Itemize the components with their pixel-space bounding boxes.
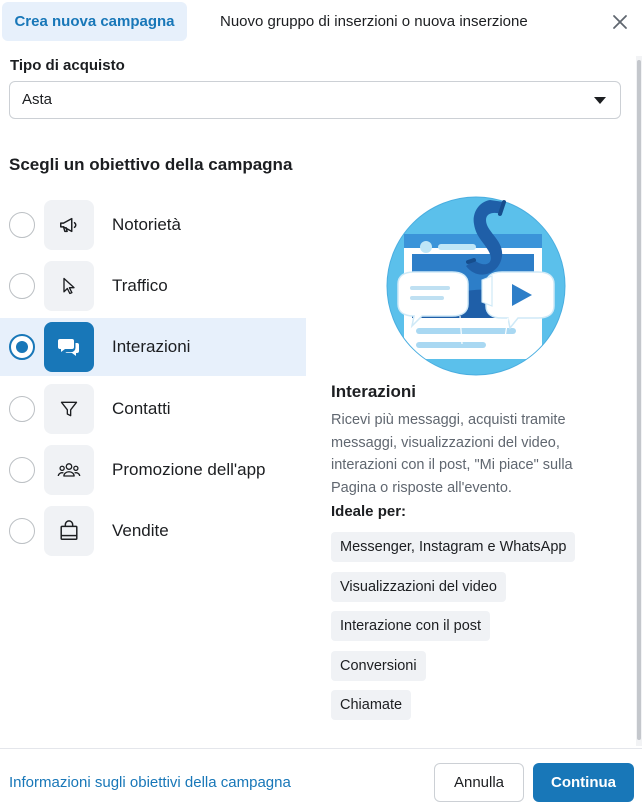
objective-label: Vendite [112, 521, 169, 540]
footer-divider [0, 748, 642, 749]
ideal-chip: Messenger, Instagram e WhatsApp [331, 532, 576, 562]
caret-down-icon [594, 97, 606, 104]
continue-button[interactable]: Continua [533, 763, 634, 802]
cancel-button[interactable]: Annulla [434, 763, 524, 802]
purchase-type-select[interactable]: Asta [9, 81, 621, 119]
objective-label: Contatti [112, 399, 171, 418]
ideal-chip: Conversioni [331, 651, 426, 681]
objective-contatti[interactable]: Contatti [0, 380, 306, 438]
ideal-for-label: Ideale per: [331, 503, 407, 520]
ideal-chip: Visualizzazioni del video [331, 572, 506, 602]
people-group-icon [44, 445, 94, 495]
megaphone-icon [44, 200, 94, 250]
purchase-type-value: Asta [22, 91, 53, 108]
detail-description: Ricevi più messaggi, acquisti tramite me… [331, 412, 573, 496]
tab-new-adset-or-ad[interactable]: Nuovo gruppo di inserzioni o nuova inser… [220, 2, 528, 41]
radio-button[interactable] [9, 457, 35, 483]
chat-bubbles-icon [44, 322, 94, 372]
ideal-chip: Interazione con il post [331, 611, 491, 641]
objective-label: Traffico [112, 276, 168, 295]
objectives-title: Scegli un obiettivo della campagna [9, 155, 293, 174]
funnel-icon [44, 384, 94, 434]
objective-notorieta[interactable]: Notorietà [0, 196, 306, 254]
tab-bar: Crea nuova campagna Nuovo gruppo di inse… [0, 0, 642, 44]
scrollbar-thumb[interactable] [637, 60, 641, 740]
radio-button-checked[interactable] [9, 334, 35, 360]
objective-label: Notorietà [112, 215, 181, 234]
objective-promozione-app[interactable]: Promozione dell'app [0, 441, 306, 499]
purchase-type-label: Tipo di acquisto [10, 57, 125, 74]
engagement-illustration [386, 194, 566, 379]
shopping-bag-icon [44, 506, 94, 556]
objective-interazioni[interactable]: Interazioni [0, 318, 306, 376]
cursor-icon [44, 261, 94, 311]
close-icon [613, 15, 627, 29]
ideal-chip: Chiamate [331, 690, 412, 720]
objective-label: Promozione dell'app [112, 460, 266, 479]
radio-button[interactable] [9, 396, 35, 422]
objective-vendite[interactable]: Vendite [0, 502, 306, 560]
radio-button[interactable] [9, 212, 35, 238]
radio-button[interactable] [9, 518, 35, 544]
detail-title: Interazioni [331, 382, 417, 401]
radio-button[interactable] [9, 273, 35, 299]
objective-traffico[interactable]: Traffico [0, 257, 306, 315]
tab-create-campaign[interactable]: Crea nuova campagna [2, 2, 187, 41]
objective-label: Interazioni [112, 337, 191, 356]
objectives-info-link[interactable]: Informazioni sugli obiettivi della campa… [9, 774, 291, 791]
close-button[interactable] [604, 6, 636, 38]
